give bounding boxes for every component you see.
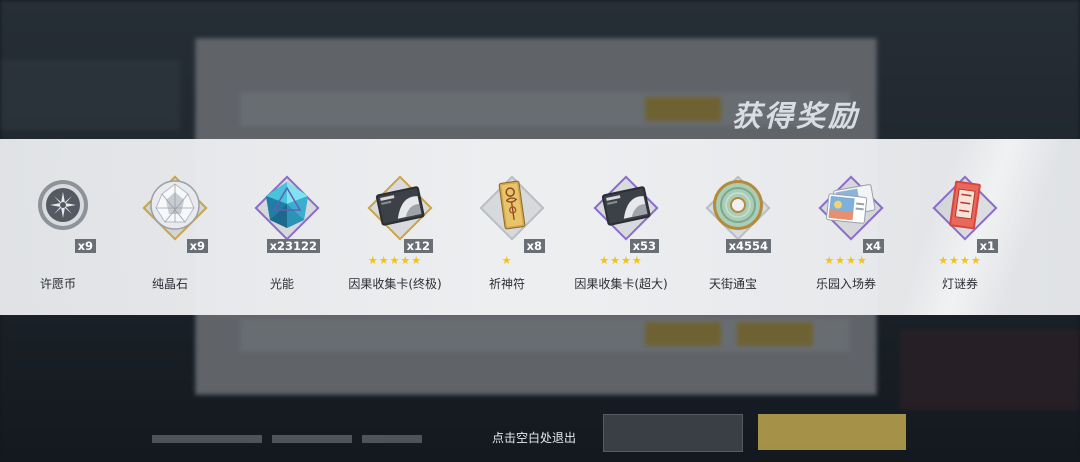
item-count: x8 <box>523 239 545 253</box>
reward-item[interactable]: x8 ★ 祈神符 <box>457 139 557 315</box>
tap-to-exit-hint: 点击空白处退出 <box>492 431 577 445</box>
background-dark-button <box>603 414 743 452</box>
item-stars: ★★★★ <box>824 254 868 267</box>
park-ticket-icon <box>826 184 876 224</box>
reward-item[interactable]: x9 许愿币 <box>8 139 108 315</box>
wish-coin-icon <box>38 180 88 230</box>
crystal-icon <box>150 180 200 230</box>
reward-item[interactable]: x9 纯晶石 <box>120 139 220 315</box>
item-stars: ★★★★ <box>938 254 982 267</box>
reward-item[interactable]: x53 ★★★★ 因果收集卡(超大) <box>571 139 671 315</box>
talisman-icon <box>498 180 526 230</box>
footer-blurred-text <box>152 428 462 443</box>
reward-item[interactable]: x1 ★★★★ 灯谜券 <box>910 139 1010 315</box>
light-energy-icon <box>266 182 308 228</box>
item-count: x12 <box>403 239 433 253</box>
causal-card-icon <box>375 186 425 226</box>
reward-list: x9 许愿币 x9 纯晶石 x23122 光能 x12 ★★★★★ 因果收集卡(… <box>0 139 1080 315</box>
item-count: x23122 <box>266 239 320 253</box>
riddle-ticket-icon <box>949 180 981 230</box>
item-stars: ★ <box>501 254 513 267</box>
causal-card-icon <box>601 186 651 226</box>
item-count: x9 <box>186 239 208 253</box>
item-count: x1 <box>976 239 998 253</box>
jade-coin-icon <box>713 180 763 230</box>
item-stars: ★★★★★ <box>367 254 423 267</box>
item-stars: ★★★★ <box>599 254 643 267</box>
background-yellow-button <box>758 414 906 450</box>
reward-item[interactable]: x12 ★★★★★ 因果收集卡(终极) <box>345 139 445 315</box>
reward-item[interactable]: x4554 天街通宝 <box>683 139 783 315</box>
item-count: x4554 <box>725 239 771 253</box>
item-count: x53 <box>629 239 659 253</box>
item-name: 灯谜券 <box>941 277 978 291</box>
reward-item[interactable]: x4 ★★★★ 乐园入场券 <box>796 139 896 315</box>
reward-item[interactable]: x23122 光能 <box>232 139 332 315</box>
rewards-title: 获得奖励 <box>732 99 861 133</box>
item-count: x4 <box>862 239 884 253</box>
item-count: x9 <box>74 239 96 253</box>
